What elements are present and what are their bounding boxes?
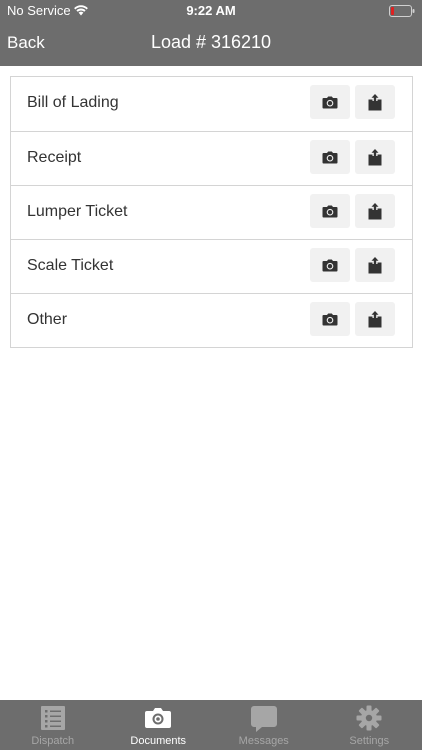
tab-label: Settings [349,735,390,747]
document-row: Scale Ticket [11,239,412,293]
upload-icon [368,202,382,219]
document-row: Other [11,293,412,347]
upload-button[interactable] [355,85,395,119]
app-screen: No Service 9:22 AM Back Load # 316210 Bi… [0,0,422,750]
tab-bar: Dispatch Documents Messages Settings [0,700,422,750]
document-row: Bill of Lading [11,77,412,131]
status-bar: No Service 9:22 AM [0,0,422,22]
take-photo-button[interactable] [310,85,350,119]
take-photo-button[interactable] [310,302,350,336]
camera-icon [322,313,338,325]
camera-icon [322,151,338,163]
navigation-bar: Back Load # 316210 [0,22,422,66]
header: No Service 9:22 AM Back Load # 316210 [0,0,422,66]
tab-dispatch[interactable]: Dispatch [0,700,106,750]
document-row: Lumper Ticket [11,185,412,239]
document-type-list: Bill of Lading Receipt Lumper Ticket Scale … [10,76,413,348]
document-type-label: Receipt [27,149,82,166]
tab-label: Documents [130,735,187,747]
tab-messages[interactable]: Messages [211,700,317,750]
tab-label: Messages [238,735,289,747]
tab-documents[interactable]: Documents [106,700,212,750]
upload-icon [368,148,382,165]
upload-icon [368,93,382,110]
take-photo-button[interactable] [310,248,350,282]
upload-button[interactable] [355,302,395,336]
take-photo-button[interactable] [310,140,350,174]
list-icon [40,706,65,730]
document-type-label: Bill of Lading [27,94,119,111]
tab-label: Dispatch [31,735,75,747]
upload-button[interactable] [355,248,395,282]
upload-button[interactable] [355,140,395,174]
upload-icon [368,256,382,273]
document-type-label: Scale Ticket [27,257,114,274]
camera-icon [322,259,338,271]
tab-settings[interactable]: Settings [317,700,422,750]
upload-icon [368,310,382,327]
upload-button[interactable] [355,194,395,228]
camera-icon [322,205,338,217]
status-time: 9:22 AM [186,3,236,18]
document-type-label: Other [27,311,68,328]
gear-icon [356,705,382,731]
take-photo-button[interactable] [310,194,350,228]
page-title: Load # 316210 [150,32,272,52]
battery-low-icon [389,5,415,17]
chat-bubble-icon [250,706,277,732]
camera-icon [145,708,172,728]
document-type-label: Lumper Ticket [27,203,128,220]
camera-icon [322,96,338,108]
document-row: Receipt [11,131,412,185]
